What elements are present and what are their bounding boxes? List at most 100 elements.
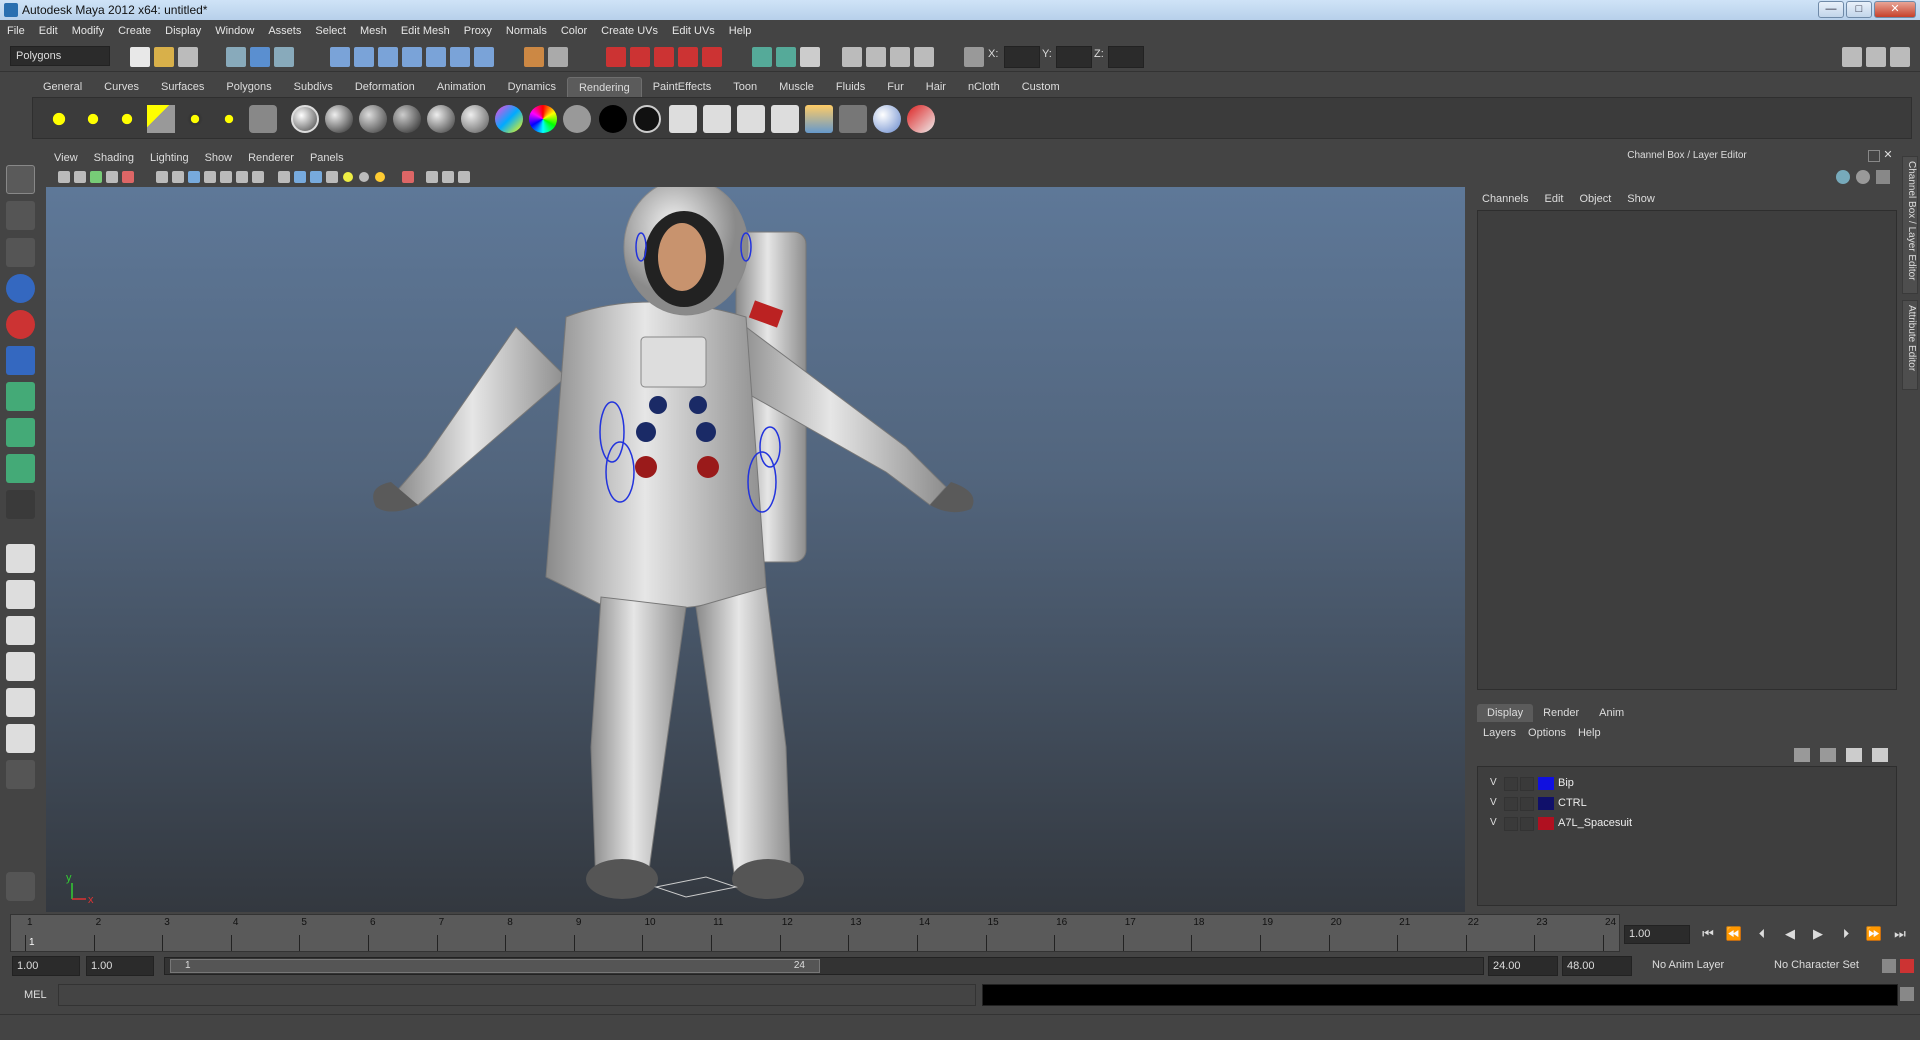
layer-tab-anim[interactable]: Anim xyxy=(1589,704,1634,722)
move-layer-up-icon[interactable] xyxy=(1794,748,1810,762)
layer-menu-options[interactable]: Options xyxy=(1522,727,1572,739)
shelf-tab-surfaces[interactable]: Surfaces xyxy=(150,77,215,97)
menu-window[interactable]: Window xyxy=(208,20,261,42)
hypershade-shelf-icon[interactable] xyxy=(805,105,833,133)
y-field[interactable] xyxy=(1056,46,1092,68)
resolution-gate-icon[interactable] xyxy=(172,171,184,183)
menu-create[interactable]: Create xyxy=(111,20,158,42)
snap-curve-icon[interactable] xyxy=(354,47,374,67)
phong-material-icon[interactable] xyxy=(359,105,387,133)
character-set-selector[interactable]: No Character Set xyxy=(1774,959,1859,971)
soft-mod-tool-icon[interactable] xyxy=(6,418,35,447)
show-manipulator-icon[interactable] xyxy=(6,454,35,483)
hypershade-icon[interactable] xyxy=(678,47,698,67)
new-empty-layer-icon[interactable] xyxy=(1846,748,1862,762)
menu-select[interactable]: Select xyxy=(308,20,353,42)
lambert-material-icon[interactable] xyxy=(291,105,319,133)
cb-menu-edit[interactable]: Edit xyxy=(1536,193,1571,205)
step-forward-frame-icon[interactable]: ⏵ xyxy=(1836,924,1856,944)
script-editor-icon[interactable] xyxy=(1900,987,1914,1001)
phonge-material-icon[interactable] xyxy=(393,105,421,133)
bookmark-icon[interactable] xyxy=(90,171,102,183)
use-default-lighting-icon[interactable] xyxy=(343,172,353,182)
blinn-material-icon[interactable] xyxy=(325,105,353,133)
safe-title-icon[interactable] xyxy=(236,171,248,183)
new-layer-selected-icon[interactable] xyxy=(1872,748,1888,762)
camera-attributes-icon[interactable] xyxy=(74,171,86,183)
dope-sheet-icon[interactable] xyxy=(866,47,886,67)
shadows-icon[interactable] xyxy=(375,172,385,182)
paint-select-tool-icon[interactable] xyxy=(6,238,35,267)
textured-icon[interactable] xyxy=(326,171,338,183)
shelf-tab-polygons[interactable]: Polygons xyxy=(215,77,282,97)
panel-menu-renderer[interactable]: Renderer xyxy=(240,149,302,167)
menu-display[interactable]: Display xyxy=(158,20,208,42)
step-forward-key-icon[interactable]: ⏩ xyxy=(1864,924,1884,944)
show-attribute-editor-icon[interactable] xyxy=(1842,47,1862,67)
menu-file[interactable]: File xyxy=(0,20,32,42)
modeling-toolkit-icon[interactable] xyxy=(752,47,772,67)
layer-tab-display[interactable]: Display xyxy=(1477,704,1534,722)
menu-create-uvs[interactable]: Create UVs xyxy=(594,20,665,42)
directional-light-icon[interactable] xyxy=(79,105,107,133)
panel-menu-show[interactable]: Show xyxy=(197,149,241,167)
render-settings-shelf-icon[interactable] xyxy=(771,105,799,133)
panel-menu-shading[interactable]: Shading xyxy=(86,149,142,167)
shelf-tab-custom[interactable]: Custom xyxy=(1011,77,1071,97)
channel-box-keys-icon[interactable] xyxy=(1836,170,1850,184)
menu-edit-mesh[interactable]: Edit Mesh xyxy=(394,20,457,42)
batch-render-icon[interactable] xyxy=(737,105,765,133)
absolute-transform-icon[interactable] xyxy=(964,47,984,67)
minimize-button[interactable]: — xyxy=(1818,1,1844,18)
current-frame-field[interactable]: 1.00 xyxy=(1624,925,1690,944)
render-current-icon[interactable] xyxy=(669,105,697,133)
perspective-viewport[interactable]: y x xyxy=(46,187,1465,912)
menu-modify[interactable]: Modify xyxy=(65,20,111,42)
smooth-shade-icon[interactable] xyxy=(294,171,306,183)
grid-toggle-icon[interactable] xyxy=(122,171,134,183)
persp-hypershade-layout-icon[interactable] xyxy=(6,688,35,717)
snap-grid-icon[interactable] xyxy=(330,47,350,67)
step-back-key-icon[interactable]: ⏪ xyxy=(1724,924,1744,944)
graph-editor-icon[interactable] xyxy=(842,47,862,67)
layer-display-type-toggle[interactable] xyxy=(1520,797,1534,811)
menu-help[interactable]: Help xyxy=(722,20,759,42)
z-field[interactable] xyxy=(1108,46,1144,68)
shelf-tab-hair[interactable]: Hair xyxy=(915,77,957,97)
move-tool-icon[interactable] xyxy=(6,274,35,303)
layer-row[interactable]: V Bip xyxy=(1482,775,1892,793)
shelf-tab-toon[interactable]: Toon xyxy=(722,77,768,97)
ipr-render-icon[interactable] xyxy=(630,47,650,67)
anisotropic-material-icon[interactable] xyxy=(427,105,455,133)
spot-light-icon[interactable] xyxy=(147,105,175,133)
cb-menu-show[interactable]: Show xyxy=(1619,193,1663,205)
auto-key-icon[interactable] xyxy=(1882,959,1896,973)
layer-playback-toggle[interactable] xyxy=(1504,817,1518,831)
channel-box-speed-icon[interactable] xyxy=(1856,170,1870,184)
xray-joints-icon[interactable] xyxy=(442,171,454,183)
layer-color-swatch[interactable] xyxy=(1538,797,1554,810)
wireframe-on-shaded-icon[interactable] xyxy=(310,171,322,183)
history-icon[interactable] xyxy=(450,47,470,67)
menu-color[interactable]: Color xyxy=(554,20,594,42)
menu-set-selector[interactable]: Polygons xyxy=(10,46,110,66)
shelf-tab-muscle[interactable]: Muscle xyxy=(768,77,825,97)
shelf-tab-general[interactable]: General xyxy=(32,77,93,97)
outliner-persp-graph-layout-icon[interactable] xyxy=(6,724,35,753)
end-time-field[interactable]: 48.00 xyxy=(1562,956,1632,976)
shelf-tab-fluids[interactable]: Fluids xyxy=(825,77,876,97)
input-ops-icon[interactable] xyxy=(524,47,544,67)
shelf-tab-animation[interactable]: Animation xyxy=(426,77,497,97)
output-ops-icon[interactable] xyxy=(548,47,568,67)
film-gate-icon[interactable] xyxy=(156,171,168,183)
point-light-icon[interactable] xyxy=(113,105,141,133)
safe-action-icon[interactable] xyxy=(220,171,232,183)
camera-icon[interactable] xyxy=(249,105,277,133)
render-settings-icon[interactable] xyxy=(654,47,674,67)
open-scene-icon[interactable] xyxy=(154,47,174,67)
command-input[interactable] xyxy=(58,984,976,1006)
command-language-label[interactable]: MEL xyxy=(24,989,47,1001)
ramp-shader-icon[interactable] xyxy=(495,105,523,133)
layer-display-type-toggle[interactable] xyxy=(1520,777,1534,791)
ambient-light-icon[interactable] xyxy=(45,105,73,133)
